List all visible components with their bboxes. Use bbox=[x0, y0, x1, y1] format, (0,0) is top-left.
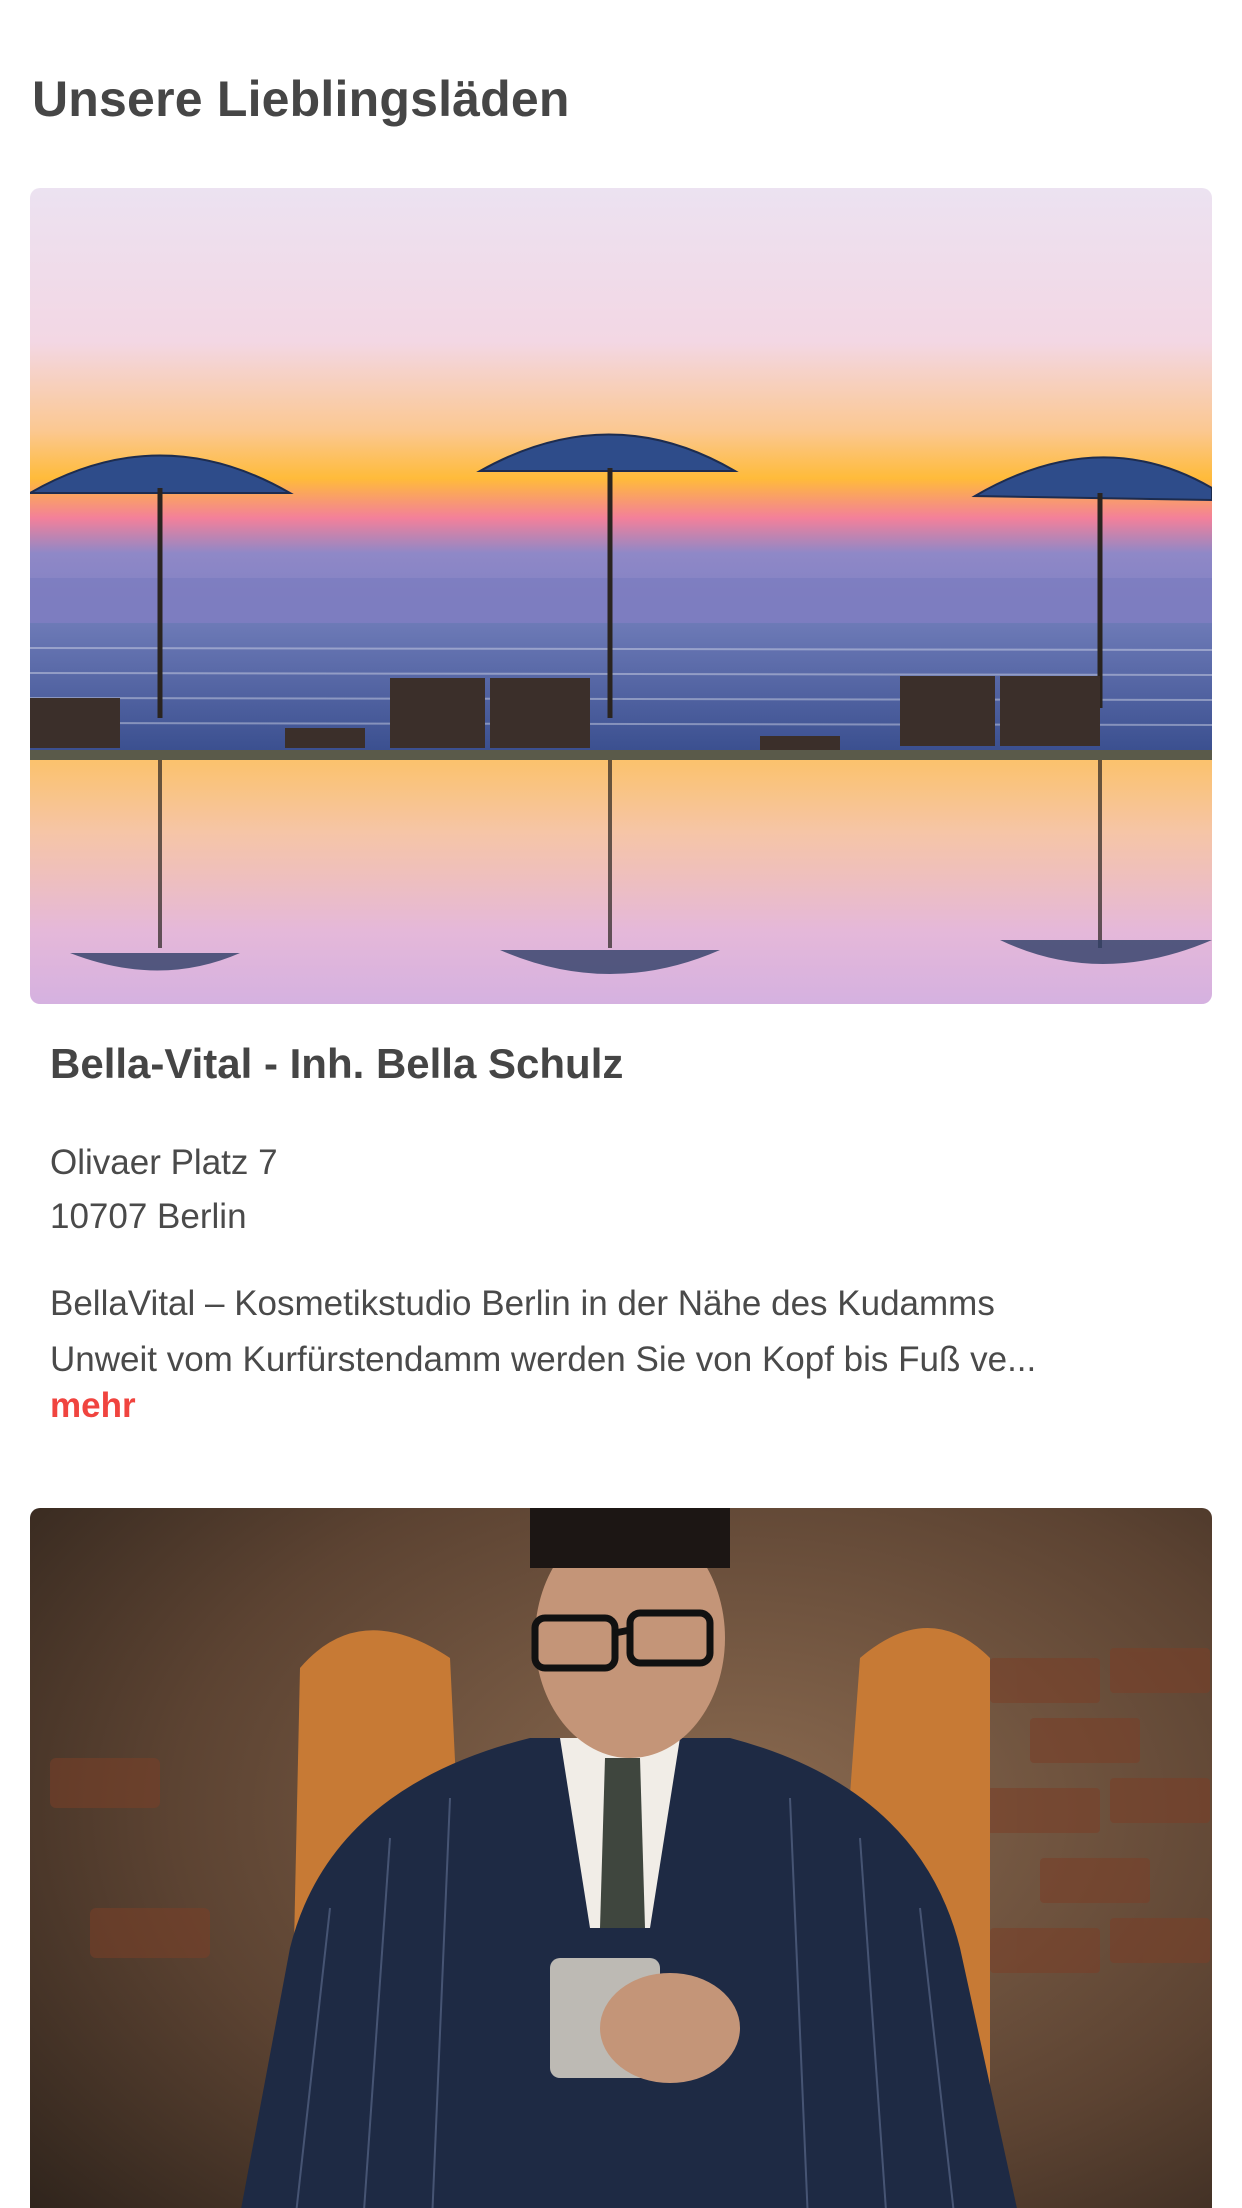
shops-page: Unsere Lieblingsläden Bella-Vital - Inh.… bbox=[0, 0, 1242, 2208]
section-title: Unsere Lieblingsläden bbox=[32, 71, 570, 127]
shop-image-bella-vital[interactable] bbox=[30, 188, 1212, 1004]
shop-address: Olivaer Platz 7 10707 Berlin bbox=[50, 1136, 278, 1244]
shop-name[interactable]: Bella-Vital - Inh. Bella Schulz bbox=[50, 1040, 623, 1088]
description-line-1: BellaVital – Kosmetikstudio Berlin in de… bbox=[50, 1284, 995, 1323]
beach-umbrellas-photo bbox=[30, 188, 1212, 1004]
shop-image-2[interactable] bbox=[30, 1508, 1212, 2208]
address-city: 10707 Berlin bbox=[50, 1197, 247, 1236]
shop-description: BellaVital – Kosmetikstudio Berlin in de… bbox=[50, 1276, 1200, 1388]
more-link[interactable]: mehr bbox=[50, 1386, 136, 1426]
man-in-suit-photo bbox=[30, 1508, 1212, 2208]
address-street: Olivaer Platz 7 bbox=[50, 1143, 278, 1182]
description-line-2: Unweit vom Kurfürstendamm werden Sie von… bbox=[50, 1340, 1037, 1379]
